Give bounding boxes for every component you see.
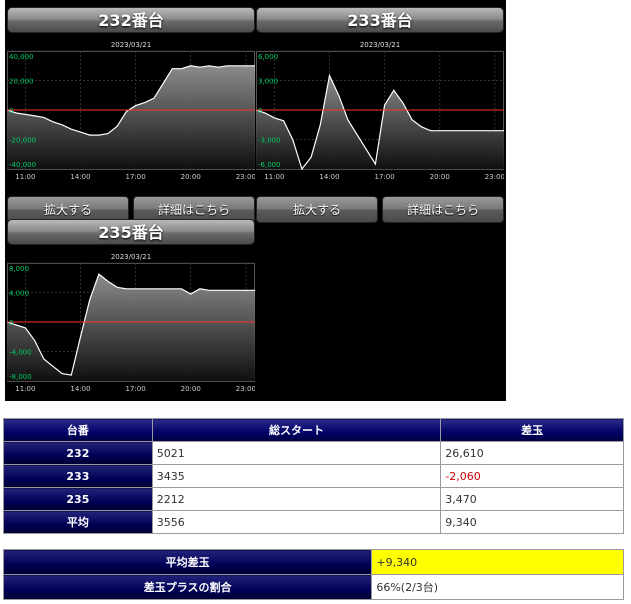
x-tick-label: 11:00 xyxy=(15,385,35,393)
chart-233: 2023/03/21 6,000 3,000 0 -3,000 -6,000 11:00 14… xyxy=(256,41,504,181)
table-row-average: 平均 3556 9,340 xyxy=(3,510,624,534)
y-tick-label: 0 xyxy=(9,319,13,327)
charts-area: 232番台 2023/03/21 40,000 20,000 0 -20,000 -40,… xyxy=(5,0,506,401)
table-row: 233 3435 -2,060 xyxy=(3,464,624,488)
row-starts: 5021 xyxy=(151,441,442,465)
x-tick-label: 20:00 xyxy=(181,173,201,181)
x-tick-label: 17:00 xyxy=(374,173,394,181)
series-area xyxy=(256,75,504,169)
avg-diff-label: 平均差玉 xyxy=(2,549,373,575)
row-machine-id: 235 xyxy=(3,487,153,511)
x-tick-label: 20:00 xyxy=(181,385,201,393)
panel-title: 235番台 xyxy=(7,219,255,245)
summary-table: 台番 総スタート 差玉 232 5021 26,610 233 3435 -2,… xyxy=(3,418,624,534)
y-tick-label: -40,000 xyxy=(9,161,36,169)
col-header-starts: 総スタート xyxy=(151,418,442,442)
y-tick-label: 0 xyxy=(9,107,13,115)
y-tick-label: 6,000 xyxy=(258,53,278,61)
row-diff: 3,470 xyxy=(440,487,624,511)
row-machine-id: 233 xyxy=(3,464,153,488)
chart-date: 2023/03/21 xyxy=(111,253,151,261)
y-tick-label: 20,000 xyxy=(9,78,34,86)
avg-diff-value: +9,340 xyxy=(371,549,624,575)
x-tick-label: 14:00 xyxy=(70,385,90,393)
plus-ratio-label: 差玉プラスの割合 xyxy=(2,574,373,600)
col-header-machine: 台番 xyxy=(3,418,153,442)
x-tick-label: 14:00 xyxy=(319,173,339,181)
row-starts: 3556 xyxy=(151,510,442,534)
panel-title: 233番台 xyxy=(256,7,504,33)
x-tick-label: 23:00 xyxy=(485,173,504,181)
row-starts: 2212 xyxy=(151,487,442,511)
y-tick-label: 4,000 xyxy=(9,290,29,298)
details-button[interactable]: 詳細はこちら xyxy=(382,196,504,223)
y-tick-label: -3,000 xyxy=(258,137,281,145)
x-tick-label: 17:00 xyxy=(125,173,145,181)
x-tick-label: 23:00 xyxy=(236,385,255,393)
row-diff: 9,340 xyxy=(440,510,624,534)
y-tick-label: 8,000 xyxy=(9,265,29,273)
chart-date: 2023/03/21 xyxy=(111,41,151,49)
table-row: 235 2212 3,470 xyxy=(3,487,624,511)
table-row: 232 5021 26,610 xyxy=(3,441,624,465)
zoom-button[interactable]: 拡大する xyxy=(256,196,378,223)
plus-ratio-value: 66%(2/3台) xyxy=(371,574,624,600)
row-machine-id: 232 xyxy=(3,441,153,465)
chart-232: 2023/03/21 40,000 20,000 0 -20,000 -40,000 11:… xyxy=(7,41,255,181)
x-tick-label: 17:00 xyxy=(125,385,145,393)
y-tick-label: 0 xyxy=(258,107,262,115)
y-tick-label: -20,000 xyxy=(9,137,36,145)
y-tick-label: -4,000 xyxy=(9,349,32,357)
row-diff: 26,610 xyxy=(440,441,624,465)
row-diff: -2,060 xyxy=(440,464,624,488)
panel-title: 232番台 xyxy=(7,7,255,33)
y-tick-label: 3,000 xyxy=(258,78,278,86)
row-machine-id: 平均 xyxy=(3,510,153,534)
x-tick-label: 14:00 xyxy=(70,173,90,181)
y-tick-label: -6,000 xyxy=(258,161,281,169)
chart-235: 2023/03/21 8,000 4,000 0 -4,000 -8,000 11:00 14… xyxy=(7,253,255,393)
x-tick-label: 11:00 xyxy=(15,173,35,181)
y-tick-label: -8,000 xyxy=(9,373,32,381)
x-tick-label: 11:00 xyxy=(264,173,284,181)
col-header-diff: 差玉 xyxy=(440,418,624,442)
x-tick-label: 23:00 xyxy=(236,173,255,181)
stats-table: 平均差玉 +9,340 差玉プラスの割合 66%(2/3台) xyxy=(2,549,624,600)
row-starts: 3435 xyxy=(151,464,442,488)
y-tick-label: 40,000 xyxy=(9,53,34,61)
x-tick-label: 20:00 xyxy=(430,173,450,181)
chart-date: 2023/03/21 xyxy=(360,41,400,49)
